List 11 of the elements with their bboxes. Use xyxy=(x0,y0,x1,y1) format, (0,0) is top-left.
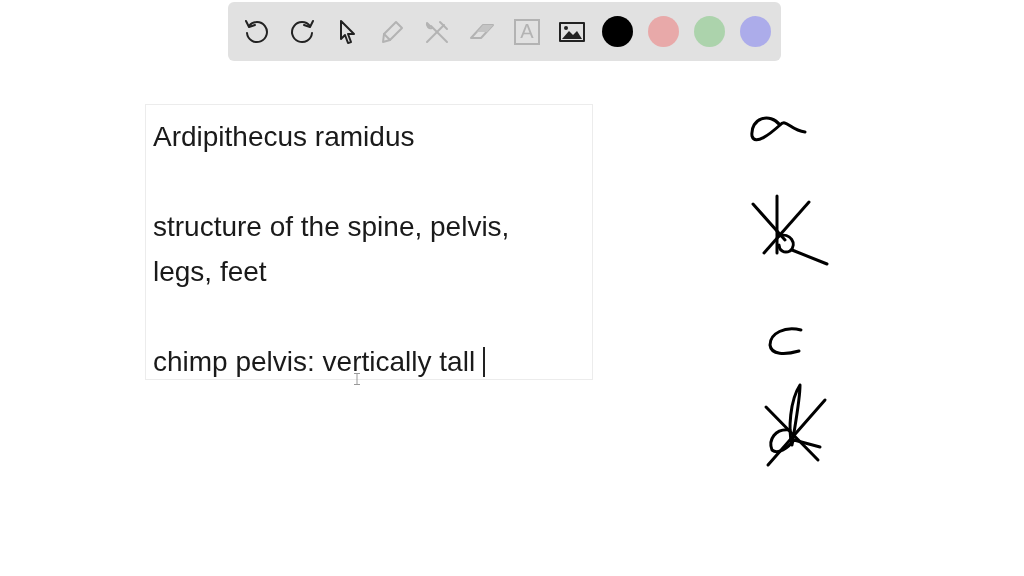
color-swatch[interactable] xyxy=(740,16,771,47)
text-line: structure of the spine, pelvis, xyxy=(153,212,510,241)
text-line: legs, feet xyxy=(153,257,267,286)
text-box[interactable]: Ardipithecus ramidus structure of the spine, pelvis, legs, feet chimp pelvis: vertically tall xyxy=(145,104,593,380)
color-swatch[interactable] xyxy=(694,16,725,47)
handwritten-mark xyxy=(750,116,807,142)
handwritten-mark xyxy=(768,327,803,355)
text-line: Ardipithecus ramidus xyxy=(153,122,415,151)
color-swatch[interactable] xyxy=(602,16,633,47)
color-swatch[interactable] xyxy=(648,16,679,47)
text-line: chimp pelvis: vertically tall xyxy=(153,347,476,376)
